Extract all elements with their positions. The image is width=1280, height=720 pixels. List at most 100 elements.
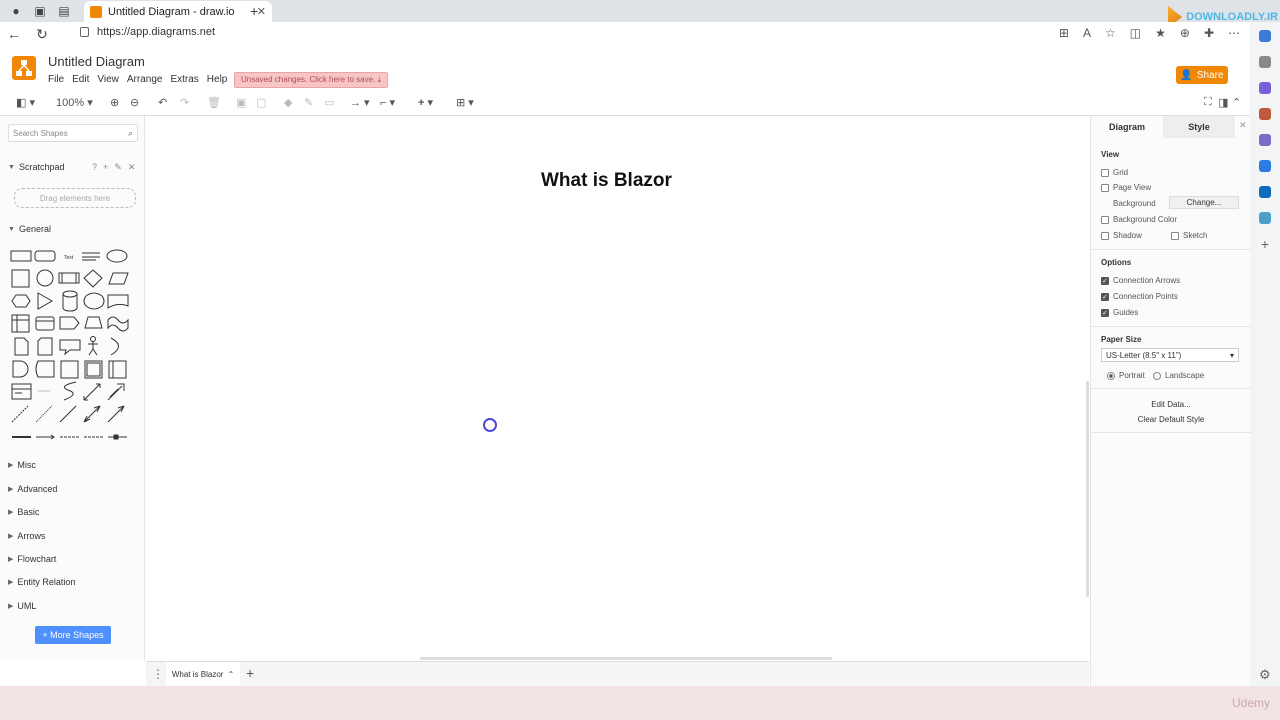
sidebar-section-flowchart[interactable]: ▶ Flowchart — [8, 554, 56, 564]
tools-icon[interactable] — [1259, 108, 1271, 120]
zoom-in-icon[interactable]: ⊕ — [110, 96, 119, 109]
general-shapes-palette[interactable]: Text — [10, 244, 136, 444]
connection-arrows-checkbox[interactable]: ✓ Connection Arrows — [1101, 276, 1180, 285]
menu-extras[interactable]: Extras — [170, 74, 198, 85]
checkbox-box[interactable] — [1101, 183, 1109, 192]
delete-icon[interactable]: 🗑 — [207, 96, 221, 109]
help-icon[interactable]: ? — [92, 162, 97, 173]
diagram-canvas[interactable]: What is Blazor — [146, 116, 1089, 661]
pages-menu-icon[interactable]: ⋮ — [152, 667, 164, 681]
close-format-icon[interactable]: ✕ — [1239, 120, 1247, 131]
shadow-checkbox[interactable]: Shadow — [1101, 231, 1142, 240]
search-sidebar-icon[interactable] — [1259, 56, 1271, 68]
fullscreen-icon[interactable]: ⛶ — [1204, 96, 1212, 109]
checkbox-checked[interactable]: ✓ — [1101, 276, 1109, 285]
radio-unselected[interactable] — [1153, 371, 1161, 380]
workspaces-icon[interactable]: ▣ — [32, 3, 48, 19]
share-button[interactable]: 👤 Share — [1176, 66, 1228, 84]
sidebar-section-basic[interactable]: ▶ Basic — [8, 507, 39, 517]
page-tab-current[interactable]: What is Blazor ⌃ — [166, 662, 240, 686]
add-sidebar-icon[interactable]: + — [1259, 237, 1271, 251]
favorite-icon[interactable]: ☆ — [1105, 26, 1116, 40]
more-icon[interactable]: ⋯ — [1228, 26, 1240, 40]
shopping-icon[interactable] — [1259, 82, 1271, 94]
unsaved-changes-button[interactable]: Unsaved changes. Click here to save. ⤓ — [234, 72, 389, 88]
profile-icon[interactable]: ● — [8, 3, 24, 19]
line-color-icon[interactable]: ✎ — [304, 96, 313, 109]
sidebar-section-misc[interactable]: ▶ Misc — [8, 460, 36, 470]
paper-size-select[interactable]: US-Letter (8.5" x 11") ▾ — [1101, 348, 1239, 362]
grid-checkbox[interactable]: Grid — [1101, 168, 1128, 177]
scratchpad-header[interactable]: ▼ Scratchpad — [8, 162, 64, 172]
document-title[interactable]: Untitled Diagram — [48, 54, 145, 69]
fill-color-icon[interactable]: ◆ — [284, 96, 292, 109]
checkbox-box[interactable] — [1101, 231, 1109, 240]
format-panel-toggle-icon[interactable]: ◧ ▾ — [16, 96, 35, 109]
menu-view[interactable]: View — [97, 74, 119, 85]
checkbox-checked[interactable]: ✓ — [1101, 308, 1109, 317]
tab-diagram[interactable]: Diagram — [1091, 116, 1163, 138]
background-color-checkbox[interactable]: Background Color — [1101, 215, 1177, 224]
menu-file[interactable]: File — [48, 74, 64, 85]
search-icon[interactable]: ⌕ — [128, 128, 133, 139]
add-icon[interactable]: + — [103, 162, 108, 173]
zoom-select[interactable]: 100% ▾ — [56, 96, 93, 109]
reload-icon[interactable]: ↻ — [28, 26, 56, 43]
menu-arrange[interactable]: Arrange — [127, 74, 163, 85]
portrait-radio[interactable]: Portrait — [1107, 371, 1145, 380]
office-icon[interactable] — [1259, 160, 1271, 172]
general-header[interactable]: ▼ General — [8, 224, 51, 234]
checkbox-box[interactable] — [1101, 215, 1109, 224]
read-aloud-icon[interactable]: A — [1083, 26, 1091, 40]
extensions-icon[interactable]: ✚ — [1204, 26, 1214, 40]
table-icon[interactable]: ⊞ ▾ — [456, 96, 474, 109]
back-icon[interactable]: ← — [0, 26, 28, 42]
sidebar-section-uml[interactable]: ▶ UML — [8, 601, 36, 611]
sketch-checkbox[interactable]: Sketch — [1171, 231, 1207, 240]
drop-icon[interactable] — [1259, 212, 1271, 224]
checkbox-checked[interactable]: ✓ — [1101, 292, 1109, 301]
tab-actions-icon[interactable]: ▤ — [56, 3, 72, 19]
add-page-icon[interactable]: + — [246, 665, 254, 681]
page-tab-chevron-icon[interactable]: ⌃ — [227, 670, 234, 679]
browser-tab[interactable]: Untitled Diagram - draw.io ✕ — [84, 1, 272, 22]
radio-selected[interactable] — [1107, 371, 1115, 380]
zoom-out-icon[interactable]: ⊖ — [130, 96, 139, 109]
insert-icon[interactable]: + ▾ — [418, 96, 433, 109]
sidebar-section-advanced[interactable]: ▶ Advanced — [8, 484, 57, 494]
checkbox-box[interactable] — [1171, 231, 1179, 240]
sidebar-section-arrows[interactable]: ▶ Arrows — [8, 531, 45, 541]
search-shapes-input[interactable]: Search Shapes ⌕ — [8, 124, 138, 142]
close-icon[interactable]: ✕ — [128, 162, 136, 173]
new-tab-icon[interactable]: + — [250, 3, 258, 19]
redo-icon[interactable]: ↷ — [180, 96, 189, 109]
diagram-title-text[interactable]: What is Blazor — [541, 170, 672, 192]
to-front-icon[interactable]: ▣ — [236, 96, 246, 109]
favorites-bar-icon[interactable]: ★ — [1155, 26, 1166, 40]
split-screen-icon[interactable]: ◫ — [1130, 26, 1141, 40]
outlook-icon[interactable] — [1259, 186, 1271, 198]
tab-style[interactable]: Style — [1163, 116, 1235, 138]
waypoints-icon[interactable]: ⌐ ▾ — [380, 96, 395, 109]
to-back-icon[interactable]: ▢ — [256, 96, 266, 109]
more-shapes-button[interactable]: + More Shapes — [35, 626, 111, 644]
connection-icon[interactable]: → ▾ — [350, 96, 370, 109]
edit-data-button[interactable]: Edit Data... — [1101, 398, 1241, 411]
horizontal-scrollbar[interactable] — [420, 657, 832, 660]
collections-icon[interactable]: ⊕ — [1180, 26, 1190, 40]
apps-icon[interactable]: ⊞ — [1059, 26, 1069, 40]
landscape-radio[interactable]: Landscape — [1153, 371, 1204, 380]
guides-checkbox[interactable]: ✓ Guides — [1101, 308, 1138, 317]
format-toggle-icon[interactable]: ◨ — [1218, 96, 1228, 109]
undo-icon[interactable]: ↶ — [158, 96, 167, 109]
edit-icon[interactable]: ✎ — [114, 162, 122, 173]
checkbox-box[interactable] — [1101, 168, 1109, 177]
menu-edit[interactable]: Edit — [72, 74, 89, 85]
collapse-icon[interactable]: ⌃ — [1232, 96, 1241, 109]
page-view-checkbox[interactable]: Page View — [1101, 183, 1151, 192]
copilot-icon[interactable] — [1259, 30, 1271, 42]
clear-default-style-button[interactable]: Clear Default Style — [1101, 413, 1241, 426]
vertical-scrollbar[interactable] — [1086, 381, 1089, 597]
gear-icon[interactable]: ⚙ — [1259, 667, 1271, 683]
scratchpad-dropzone[interactable]: Drag elements here — [14, 188, 136, 208]
